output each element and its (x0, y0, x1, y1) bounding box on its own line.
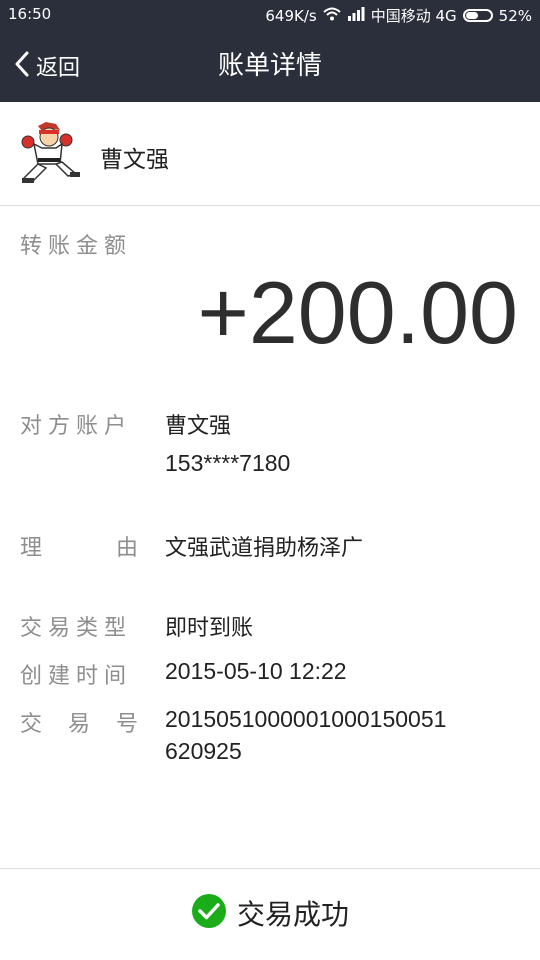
reason-value: 文强武道捐助杨泽广 (165, 536, 364, 561)
carrier-label: 中国移动 4G (370, 7, 457, 25)
account-phone: 153****7180 (165, 450, 291, 476)
created-value: 2015-05-10 12:22 (165, 658, 347, 684)
chevron-left-icon (14, 51, 30, 81)
battery-level-fill (465, 12, 478, 19)
network-speed: 649K/s (265, 6, 317, 25)
txno-value-line1: 201505100000100015005​1 (165, 706, 447, 732)
status-right: 649K/s 中国移动 4G 52% (265, 5, 532, 26)
status-bar: 16:50 649K/s 中国移动 4G 52% (0, 0, 540, 30)
payer-name: 曹文强 (100, 147, 169, 173)
back-button[interactable]: 返回 (14, 30, 80, 102)
type-value: 即时到账 (165, 616, 254, 641)
battery-icon (462, 9, 493, 22)
page-title: 账单详情 (217, 51, 322, 81)
status-row: 交易成功 (0, 893, 540, 933)
payer-row[interactable]: 曹文强 (0, 102, 540, 206)
txno-label-part3: 号 (116, 712, 139, 737)
check-circle-icon (191, 893, 227, 933)
amount-label: 转账金额 (20, 234, 133, 259)
status-time: 16:50 (8, 5, 52, 23)
battery-percent: 52% (498, 6, 532, 25)
title-bar: 返回 账单详情 (0, 30, 540, 102)
txno-value-line2: 620925 (165, 738, 242, 764)
avatar (16, 120, 82, 186)
reason-label-part2: 由 (116, 536, 139, 561)
back-label: 返回 (36, 56, 81, 81)
transaction-status: 交易成功 (236, 898, 349, 931)
type-label: 交易类型 (20, 616, 133, 641)
amount-value: +200.00 (197, 263, 518, 362)
signal-icon (347, 6, 365, 25)
account-label: 对方账户 (20, 414, 133, 439)
created-label: 创建时间 (20, 664, 133, 689)
wifi-icon (323, 7, 341, 25)
footer: 交易成功 (0, 868, 540, 960)
txno-label-part1: 交 (20, 712, 43, 737)
txno-label-part2: 易 (68, 712, 91, 737)
reason-label-part1: 理 (20, 536, 43, 561)
account-name: 曹文强 (165, 414, 232, 439)
